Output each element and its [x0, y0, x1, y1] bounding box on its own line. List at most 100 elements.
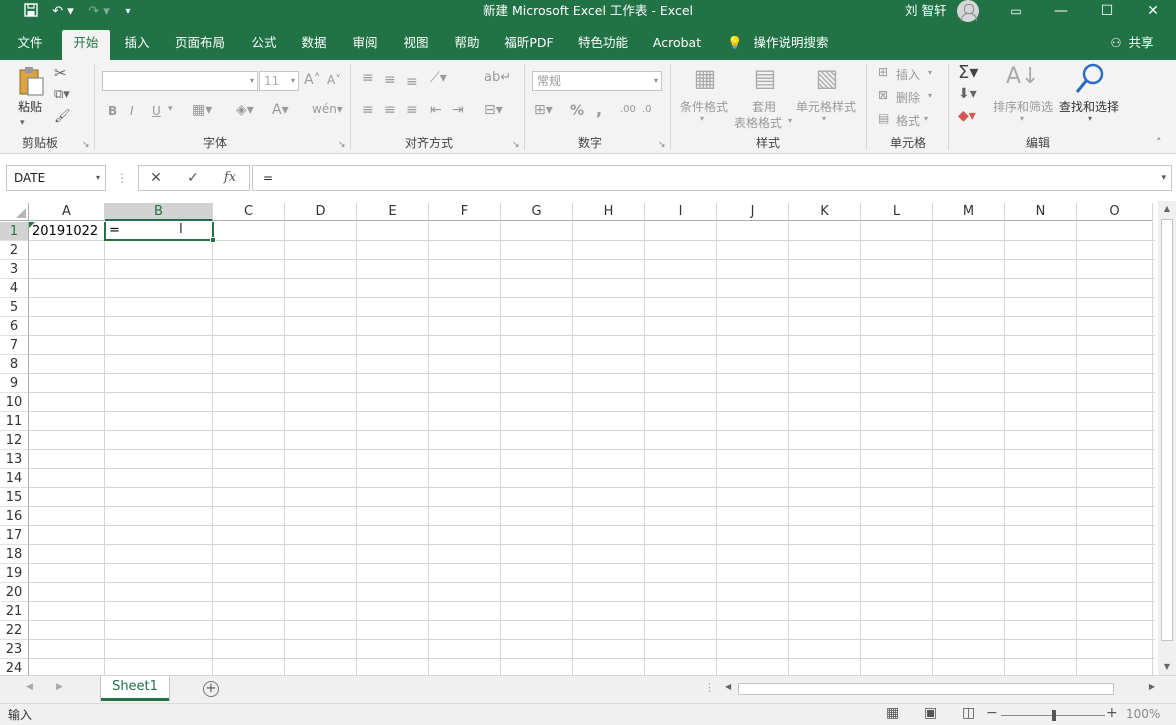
formula-input[interactable]: = ▾	[252, 165, 1172, 191]
share-button[interactable]: 共享	[1124, 30, 1158, 60]
row-header-22[interactable]: 22	[0, 621, 29, 640]
tab-home[interactable]: 开始	[62, 30, 110, 60]
tab-split-icon[interactable]: ⋮	[704, 681, 715, 694]
column-header-j[interactable]: J	[717, 203, 789, 221]
user-name[interactable]: 刘 智轩	[905, 0, 946, 22]
bold-button[interactable]: B	[108, 104, 117, 118]
row-header-15[interactable]: 15	[0, 488, 29, 507]
row-header-14[interactable]: 14	[0, 469, 29, 488]
active-cell-b1[interactable]: =	[104, 222, 216, 243]
sort-filter-dropdown-icon[interactable]: ▾	[1020, 114, 1024, 123]
tab-features[interactable]: 特色功能	[572, 30, 634, 60]
column-header-i[interactable]: I	[645, 203, 717, 221]
row-header-21[interactable]: 21	[0, 602, 29, 621]
column-header-m[interactable]: M	[933, 203, 1005, 221]
fill-handle[interactable]	[210, 237, 216, 243]
row-header-4[interactable]: 4	[0, 279, 29, 298]
tab-page-layout[interactable]: 页面布局	[168, 30, 232, 60]
align-top-icon[interactable]: ≡	[362, 70, 374, 86]
orientation-icon[interactable]: ⟋▾	[430, 70, 447, 86]
confirm-entry-icon[interactable]: ✓	[175, 165, 211, 191]
column-header-c[interactable]: C	[213, 203, 285, 221]
font-launcher-icon[interactable]: ↘	[338, 140, 346, 150]
tab-acrobat[interactable]: Acrobat	[647, 30, 707, 60]
format-as-table-icon[interactable]: ▤	[748, 64, 782, 92]
next-sheet-icon[interactable]: ▶	[56, 682, 63, 692]
column-header-l[interactable]: L	[861, 203, 933, 221]
find-select-icon[interactable]	[1070, 62, 1110, 100]
fill-color-icon[interactable]: ◈▾	[236, 102, 254, 118]
cell-styles-dropdown-icon[interactable]: ▾	[822, 114, 826, 123]
horizontal-scroll-thumb[interactable]	[738, 683, 1114, 695]
align-center-icon[interactable]: ≡	[384, 102, 396, 118]
column-header-k[interactable]: K	[789, 203, 861, 221]
avatar[interactable]	[957, 0, 979, 22]
comma-style-button[interactable]: ,	[596, 100, 602, 119]
cancel-entry-icon[interactable]: ✕	[138, 165, 174, 191]
cell-styles-icon[interactable]: ▧	[810, 64, 844, 92]
underline-button[interactable]: U	[152, 104, 161, 118]
select-all-button[interactable]	[0, 203, 29, 221]
ribbon-display-icon[interactable]: ▭	[993, 0, 1039, 24]
zoom-in-icon[interactable]: +	[1106, 705, 1118, 721]
row-header-12[interactable]: 12	[0, 431, 29, 450]
row-header-8[interactable]: 8	[0, 355, 29, 374]
autosum-icon[interactable]: Σ▾	[958, 62, 978, 83]
column-header-h[interactable]: H	[573, 203, 645, 221]
row-header-23[interactable]: 23	[0, 640, 29, 659]
row-header-2[interactable]: 2	[0, 241, 29, 260]
conditional-format-icon[interactable]: ▦	[688, 64, 722, 92]
row-header-6[interactable]: 6	[0, 317, 29, 336]
vertical-scrollbar[interactable]: ▲ ▼	[1158, 201, 1176, 675]
scroll-down-icon[interactable]: ▼	[1158, 659, 1176, 675]
format-cells-button[interactable]: 格式	[896, 112, 920, 129]
column-header-f[interactable]: F	[429, 203, 501, 221]
font-size-input[interactable]: 11 ▾	[259, 71, 299, 91]
borders-icon[interactable]: ▦▾	[192, 102, 212, 118]
clipboard-launcher-icon[interactable]: ↘	[82, 140, 90, 150]
insert-cells-button[interactable]: 插入	[896, 66, 920, 83]
name-box[interactable]: DATE ▾	[6, 165, 106, 191]
clear-icon[interactable]: ◆▾	[958, 108, 976, 124]
tab-file[interactable]: 文件	[8, 30, 52, 60]
align-left-icon[interactable]: ≡	[362, 102, 374, 118]
row-header-9[interactable]: 9	[0, 374, 29, 393]
sort-filter-button[interactable]: 排序和筛选	[993, 98, 1053, 115]
sort-filter-icon[interactable]: A↓	[1006, 64, 1039, 89]
align-bottom-icon[interactable]: ≡	[406, 74, 418, 90]
normal-view-icon[interactable]: ▦	[886, 705, 899, 721]
horizontal-scrollbar[interactable]: ◀ ▶	[722, 682, 1158, 696]
merge-center-icon[interactable]: ⊟▾	[484, 102, 503, 118]
zoom-slider-thumb[interactable]	[1052, 710, 1056, 721]
row-header-10[interactable]: 10	[0, 393, 29, 412]
paste-button[interactable]: 粘贴	[18, 98, 42, 115]
paste-dropdown-icon[interactable]: ▾	[20, 118, 25, 128]
number-launcher-icon[interactable]: ↘	[658, 140, 666, 150]
maximize-icon[interactable]: ☐	[1084, 0, 1130, 24]
row-header-1[interactable]: 1	[0, 222, 29, 241]
column-header-n[interactable]: N	[1005, 203, 1077, 221]
phonetic-icon[interactable]: wén▾	[312, 102, 343, 116]
format-as-table-dropdown-icon[interactable]: ▾	[788, 116, 792, 125]
decrease-font-icon[interactable]: A˅	[327, 73, 341, 87]
scroll-right-icon[interactable]: ▶	[1149, 682, 1155, 691]
delete-dropdown-icon[interactable]: ▾	[928, 91, 932, 100]
prev-sheet-icon[interactable]: ◀	[26, 682, 33, 692]
delete-cells-button[interactable]: 删除	[896, 89, 920, 106]
row-header-19[interactable]: 19	[0, 564, 29, 583]
formula-bar-options-icon[interactable]: ⋮	[108, 165, 136, 191]
align-middle-icon[interactable]: ≡	[384, 72, 396, 88]
collapse-ribbon-icon[interactable]: ˄	[1156, 136, 1162, 149]
insert-cells-icon[interactable]: ⊞	[878, 65, 888, 79]
scroll-left-icon[interactable]: ◀	[725, 682, 731, 691]
font-name-input[interactable]: ▾	[102, 71, 258, 91]
row-header-17[interactable]: 17	[0, 526, 29, 545]
format-dropdown-icon[interactable]: ▾	[924, 114, 928, 123]
conditional-format-dropdown-icon[interactable]: ▾	[700, 114, 704, 123]
tab-review[interactable]: 审阅	[343, 30, 387, 60]
column-header-b[interactable]: B	[105, 203, 213, 221]
cell-a1[interactable]: 20191022	[32, 222, 98, 241]
format-as-table-button[interactable]: 表格格式	[734, 114, 782, 131]
row-header-20[interactable]: 20	[0, 583, 29, 602]
tab-foxit-pdf[interactable]: 福昕PDF	[498, 30, 560, 60]
